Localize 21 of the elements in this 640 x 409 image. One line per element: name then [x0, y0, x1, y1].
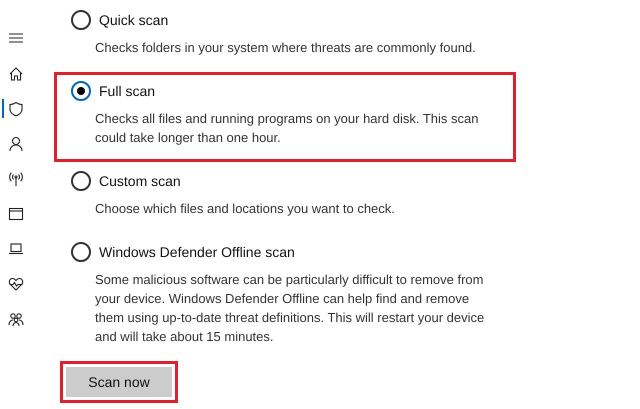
heart-icon[interactable] [8, 276, 24, 292]
window-icon[interactable] [8, 206, 24, 222]
scan-now-button[interactable]: Scan now [66, 367, 172, 397]
family-icon[interactable] [8, 310, 24, 326]
radio-button[interactable] [71, 10, 91, 30]
option-label[interactable]: Quick scan [97, 12, 170, 28]
option-description: Choose which files and locations you want to check. [95, 200, 396, 218]
option-description: Checks all files and running programs on your hard disk. This scan could take longer than one hour. [95, 110, 480, 147]
antenna-icon[interactable] [8, 170, 24, 186]
person-icon[interactable] [8, 136, 24, 152]
option-label[interactable]: Full scan [97, 83, 158, 99]
radio-button[interactable] [71, 81, 91, 101]
option-description: Checks folders in your system where threats are commonly found. [95, 39, 477, 57]
option-description: Some malicious software can be particularly difficult to remove from your device. Windows Defender Offline can help find and remove them using up-to-date threat definitions. This will restart your device and will take about 15 minutes. [95, 271, 486, 346]
option-label[interactable]: Custom scan [97, 173, 183, 189]
shield-icon[interactable] [8, 100, 24, 116]
home-icon[interactable] [8, 66, 24, 82]
option-label[interactable]: Windows Defender Offline scan [97, 244, 297, 260]
laptop-icon[interactable] [8, 240, 24, 256]
radio-button[interactable] [71, 242, 91, 262]
radio-button[interactable] [71, 171, 91, 191]
